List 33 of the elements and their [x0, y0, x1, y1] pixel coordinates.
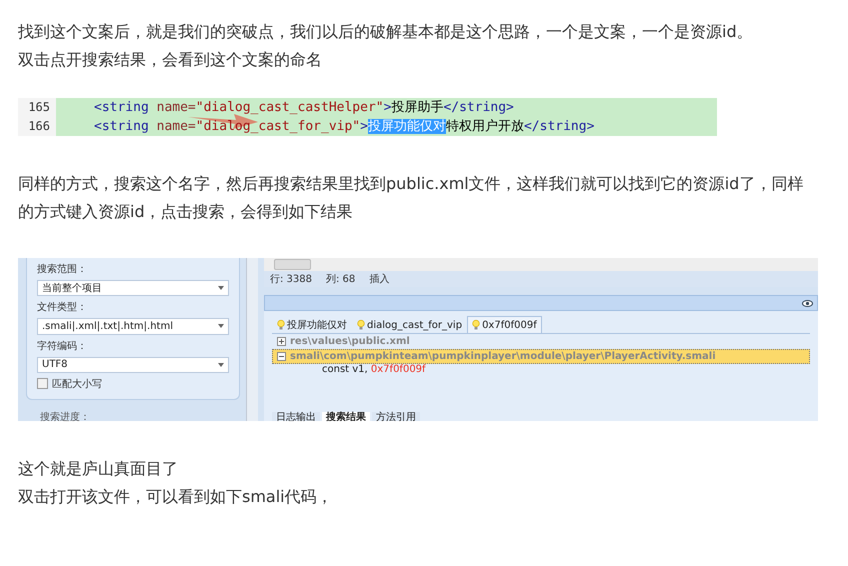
paragraph: 同样的方式，搜索这个名字，然后再搜索结果里找到public.xml文件，这样我们就可以找到它的资源id了，同样的方式键入资源id，点击搜索，会得到如下结果: [18, 173, 804, 223]
code-line: <string name="dialog_cast_for_vip">投屏功能仅对特权用户开放</string>: [93, 118, 596, 136]
bottom-tab[interactable]: 方法引用: [372, 412, 420, 421]
dropdown[interactable]: .smali|.xml|.txt|.htm|.html: [37, 318, 229, 335]
dropdown[interactable]: 当前整个项目: [37, 280, 229, 296]
paragraph: 找到这个文案后，就是我们的突破点，我们以后的破解基本都是这个思路，一个是文案，一个是资源id。: [18, 21, 754, 43]
eye-icon[interactable]: [802, 300, 813, 306]
status-text: 插入: [369, 272, 390, 286]
status-text: 列: 68: [326, 273, 356, 286]
result-tab[interactable]: dialog_cast_for_vip: [352, 316, 468, 333]
lightbulb-icon: [472, 320, 480, 330]
result-line[interactable]: const v1, 0x7f0f009f: [272, 364, 810, 377]
lightbulb-icon: [357, 320, 365, 330]
checkbox-label: 匹配大小写: [52, 378, 102, 391]
field-label: 文件类型：: [37, 300, 88, 314]
status-text: 行: 3388: [270, 273, 312, 286]
collapse-icon[interactable]: [277, 352, 286, 361]
lightbulb-icon: [277, 320, 285, 330]
dropdown[interactable]: UTF8: [37, 356, 229, 373]
caret-icon: [218, 324, 224, 328]
result-tab[interactable]: 投屏功能仅对: [272, 316, 352, 333]
field-label: 搜索范围：: [37, 262, 88, 276]
expand-icon[interactable]: [277, 337, 286, 346]
code-line: <string name="dialog_cast_castHelper">投屏助手</string>: [93, 99, 515, 117]
caret-icon: [218, 362, 224, 367]
field-label: 字符编码：: [37, 340, 88, 353]
result-tab[interactable]: 0x7f0f009f: [467, 316, 542, 333]
paragraph: 双击打开该文件，可以看到如下smali代码，: [18, 486, 334, 508]
caret-icon: [218, 286, 224, 290]
checkbox[interactable]: [37, 378, 48, 390]
bottom-tab[interactable]: 日志输出: [272, 412, 320, 421]
paragraph: 这个就是庐山真面目了: [18, 458, 179, 480]
paragraph: 双击点开搜索结果，会看到这个文案的命名: [18, 49, 323, 71]
